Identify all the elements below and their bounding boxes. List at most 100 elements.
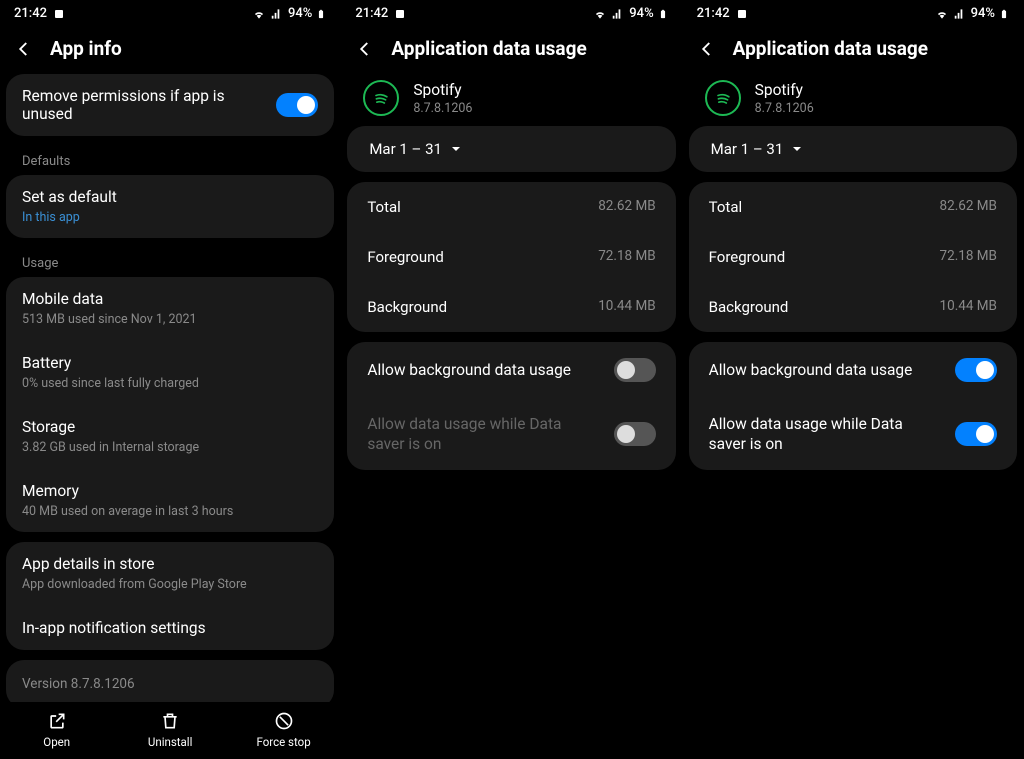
battery-row[interactable]: Battery 0% used since last fully charged (6, 340, 334, 404)
header: Application data usage (341, 23, 681, 74)
panel-data-usage-on: 21:42 94% Application data usage Spotify… (683, 0, 1024, 759)
back-icon[interactable] (355, 39, 375, 59)
spotify-icon (363, 80, 399, 116)
allow-background-toggle[interactable] (614, 358, 656, 382)
trash-icon (160, 711, 180, 731)
app-name: Spotify (413, 81, 472, 99)
battery-icon (999, 7, 1009, 21)
allow-data-saver-row[interactable]: Allow data usage while Data saver is on (689, 398, 1017, 470)
page-title: App info (50, 37, 122, 60)
foreground-value: 72.18 MB (940, 248, 997, 266)
background-value: 10.44 MB (598, 298, 655, 316)
allow-background-label: Allow background data usage (367, 360, 601, 380)
version-text: Version 8.7.8.1206 (22, 676, 135, 692)
status-time: 21:42 (14, 6, 47, 21)
force-stop-button[interactable]: Force stop (244, 711, 324, 749)
defaults-section-label: Defaults (6, 146, 334, 175)
wifi-icon (935, 7, 949, 21)
wifi-icon (593, 7, 607, 21)
back-icon[interactable] (697, 39, 717, 59)
app-details-sub: App downloaded from Google Play Store (22, 577, 247, 592)
uninstall-label: Uninstall (148, 735, 193, 749)
page-title: Application data usage (391, 37, 586, 60)
back-icon[interactable] (14, 39, 34, 59)
status-time: 21:42 (697, 6, 730, 21)
storage-sub: 3.82 GB used in Internal storage (22, 440, 199, 455)
uninstall-button[interactable]: Uninstall (130, 711, 210, 749)
storage-label: Storage (22, 418, 75, 436)
open-button[interactable]: Open (17, 711, 97, 749)
notification-icon (394, 8, 406, 20)
total-value: 82.62 MB (940, 198, 997, 216)
header: Application data usage (683, 23, 1023, 74)
allow-background-toggle[interactable] (955, 358, 997, 382)
remove-permissions-label: Remove permissions if app is unused (22, 87, 276, 123)
spotify-icon (705, 80, 741, 116)
date-range-label: Mar 1 – 31 (711, 140, 784, 158)
set-default-label: Set as default (22, 188, 117, 206)
open-label: Open (43, 735, 70, 749)
app-header: Spotify 8.7.8.1206 (689, 74, 1017, 126)
chevron-down-icon (791, 143, 803, 155)
foreground-label: Foreground (709, 248, 786, 266)
panel-app-info: 21:42 94% App info Remove permissions if… (0, 0, 341, 759)
allow-data-saver-label: Allow data usage while Data saver is on (367, 414, 601, 454)
background-label: Background (709, 298, 789, 316)
memory-row[interactable]: Memory 40 MB used on average in last 3 h… (6, 468, 334, 532)
set-default-row[interactable]: Set as default In this app (6, 175, 334, 238)
inapp-notification-row[interactable]: In-app notification settings (6, 605, 334, 650)
status-bar: 21:42 94% (0, 0, 340, 23)
allow-data-saver-row: Allow data usage while Data saver is on (347, 398, 675, 470)
panel-data-usage-off: 21:42 94% Application data usage Spotify… (341, 0, 682, 759)
background-label: Background (367, 298, 447, 316)
app-name: Spotify (755, 81, 814, 99)
app-version: 8.7.8.1206 (413, 101, 472, 116)
foreground-row: Foreground 72.18 MB (347, 232, 675, 282)
usage-section-label: Usage (6, 248, 334, 277)
battery-sub: 0% used since last fully charged (22, 376, 199, 391)
signal-icon (611, 7, 625, 21)
status-time: 21:42 (355, 6, 388, 21)
battery-text: 94% (971, 6, 995, 21)
app-header: Spotify 8.7.8.1206 (347, 74, 675, 126)
background-row: Background 10.44 MB (347, 282, 675, 332)
remove-permissions-row[interactable]: Remove permissions if app is unused (6, 74, 334, 136)
battery-icon (658, 7, 668, 21)
notification-icon (736, 8, 748, 20)
app-details-row[interactable]: App details in store App downloaded from… (6, 542, 334, 605)
remove-permissions-toggle[interactable] (276, 93, 318, 117)
status-bar: 21:42 94% (683, 0, 1023, 23)
bottom-actions: Open Uninstall Force stop (0, 702, 340, 759)
allow-background-row[interactable]: Allow background data usage (689, 342, 1017, 398)
mobile-data-row[interactable]: Mobile data 513 MB used since Nov 1, 202… (6, 277, 334, 340)
mobile-data-label: Mobile data (22, 290, 103, 308)
background-row: Background 10.44 MB (689, 282, 1017, 332)
foreground-label: Foreground (367, 248, 444, 266)
battery-label: Battery (22, 354, 71, 372)
date-range-picker[interactable]: Mar 1 – 31 (347, 126, 675, 172)
app-version: 8.7.8.1206 (755, 101, 814, 116)
date-range-label: Mar 1 – 31 (369, 140, 442, 158)
force-stop-label: Force stop (257, 735, 311, 749)
date-range-picker[interactable]: Mar 1 – 31 (689, 126, 1017, 172)
page-title: Application data usage (733, 37, 928, 60)
app-details-label: App details in store (22, 555, 154, 573)
foreground-value: 72.18 MB (598, 248, 655, 266)
allow-data-saver-label: Allow data usage while Data saver is on (709, 414, 943, 454)
stop-icon (274, 711, 294, 731)
wifi-icon (252, 7, 266, 21)
mobile-data-sub: 513 MB used since Nov 1, 2021 (22, 312, 197, 327)
allow-data-saver-toggle[interactable] (955, 422, 997, 446)
background-value: 10.44 MB (940, 298, 997, 316)
chevron-down-icon (450, 143, 462, 155)
total-label: Total (367, 198, 401, 216)
allow-background-row[interactable]: Allow background data usage (347, 342, 675, 398)
open-icon (47, 711, 67, 731)
memory-sub: 40 MB used on average in last 3 hours (22, 504, 233, 519)
storage-row[interactable]: Storage 3.82 GB used in Internal storage (6, 404, 334, 468)
battery-text: 94% (629, 6, 653, 21)
version-card: Version 8.7.8.1206 (6, 660, 334, 702)
allow-data-saver-toggle (614, 422, 656, 446)
status-bar: 21:42 94% (341, 0, 681, 23)
allow-background-label: Allow background data usage (709, 360, 943, 380)
